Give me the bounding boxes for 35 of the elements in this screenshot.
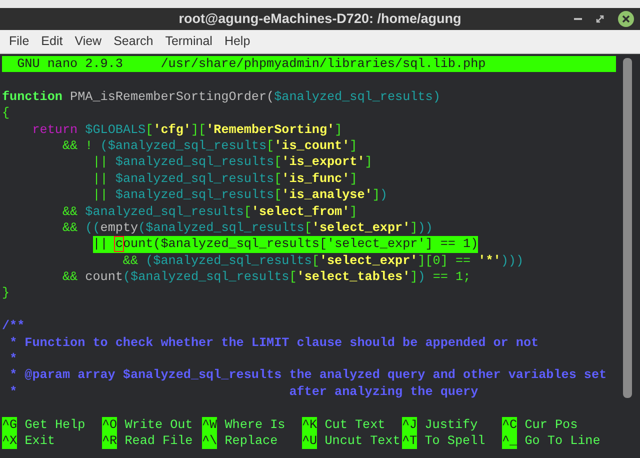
shortcut-key: ^J xyxy=(402,416,418,433)
menu-item[interactable]: Terminal xyxy=(159,32,218,51)
shortcut-label: Uncut Text xyxy=(324,432,400,450)
shortcut-label: Cur Pos xyxy=(524,416,578,433)
shortcut-key: ^_ xyxy=(502,432,518,450)
shortcut-key: ^C xyxy=(502,416,518,433)
shortcut-label: Read File xyxy=(124,432,193,450)
shortcut-label: Write Out xyxy=(124,416,193,433)
menu-item[interactable]: File xyxy=(3,32,36,51)
shortcut-label: Exit xyxy=(24,432,55,450)
shortcut-key: ^T xyxy=(402,432,418,450)
shortcut-label: Cut Text xyxy=(324,416,386,433)
shortcut-label: To Spell xyxy=(424,432,486,450)
shortcut-label: Where Is xyxy=(224,416,286,433)
maximize-icon[interactable] xyxy=(596,15,604,23)
shortcut-key: ^K xyxy=(302,416,318,433)
scrollbar[interactable] xyxy=(623,58,632,398)
shortcut-key: ^\ xyxy=(202,432,218,450)
close-icon[interactable] xyxy=(618,11,634,27)
menu-item[interactable]: Help xyxy=(218,32,256,51)
menu-item[interactable]: Search xyxy=(108,32,160,51)
shortcut-key: ^U xyxy=(302,432,318,450)
shortcut-label: Justify xyxy=(424,416,478,433)
shortcut-key: ^O xyxy=(102,416,118,433)
menu-item[interactable]: Edit xyxy=(35,32,69,51)
shortcut-label: Go To Line xyxy=(524,432,600,450)
menu-item[interactable]: View xyxy=(68,32,108,51)
nano-header: GNU nano 2.9.3 /usr/share/phpmyadmin/libraries/sql.lib.php xyxy=(2,56,616,72)
shortcut-key: ^R xyxy=(102,432,118,450)
shortcut-label: Get Help xyxy=(24,416,86,433)
shortcut-label: Replace xyxy=(224,432,278,450)
shortcut-key: ^W xyxy=(202,416,218,433)
shortcut-key: ^G xyxy=(2,416,18,433)
shortcut-key: ^X xyxy=(2,432,18,450)
window-title: root@agung-eMachines-D720: /home/agung xyxy=(178,10,462,28)
